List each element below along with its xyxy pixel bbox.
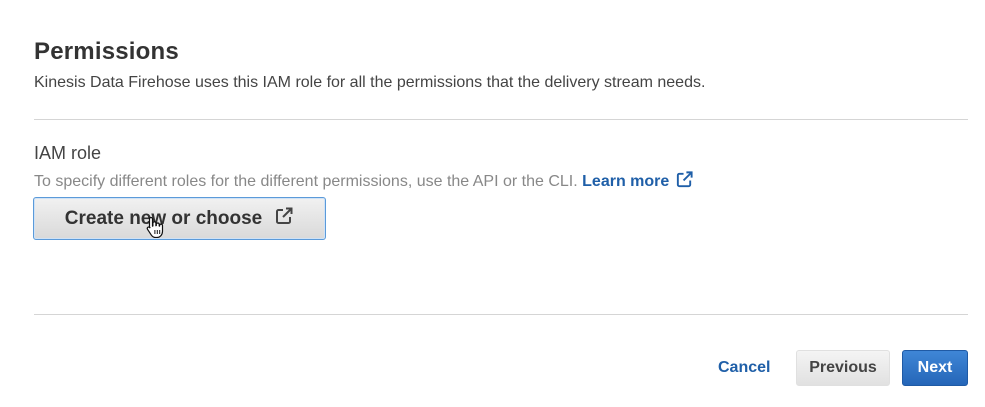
- previous-button[interactable]: Previous: [796, 350, 890, 386]
- hand-pointer-icon: [146, 216, 164, 243]
- iam-role-description-row: To specify different roles for the diffe…: [34, 170, 694, 194]
- next-button[interactable]: Next: [902, 350, 968, 386]
- create-new-or-choose-button[interactable]: Create new or choose: [33, 197, 326, 240]
- divider: [34, 314, 968, 315]
- external-link-icon: [675, 170, 694, 194]
- page-title: Permissions: [34, 38, 179, 65]
- external-link-icon: [274, 206, 294, 232]
- learn-more-link[interactable]: Learn more: [582, 171, 694, 190]
- divider: [34, 119, 968, 120]
- permissions-description: Kinesis Data Firehose uses this IAM role…: [34, 74, 706, 91]
- learn-more-label: Learn more: [582, 173, 670, 190]
- cancel-button[interactable]: Cancel: [710, 350, 778, 386]
- iam-role-label: IAM role: [34, 143, 102, 163]
- iam-role-description: To specify different roles for the diffe…: [34, 173, 578, 190]
